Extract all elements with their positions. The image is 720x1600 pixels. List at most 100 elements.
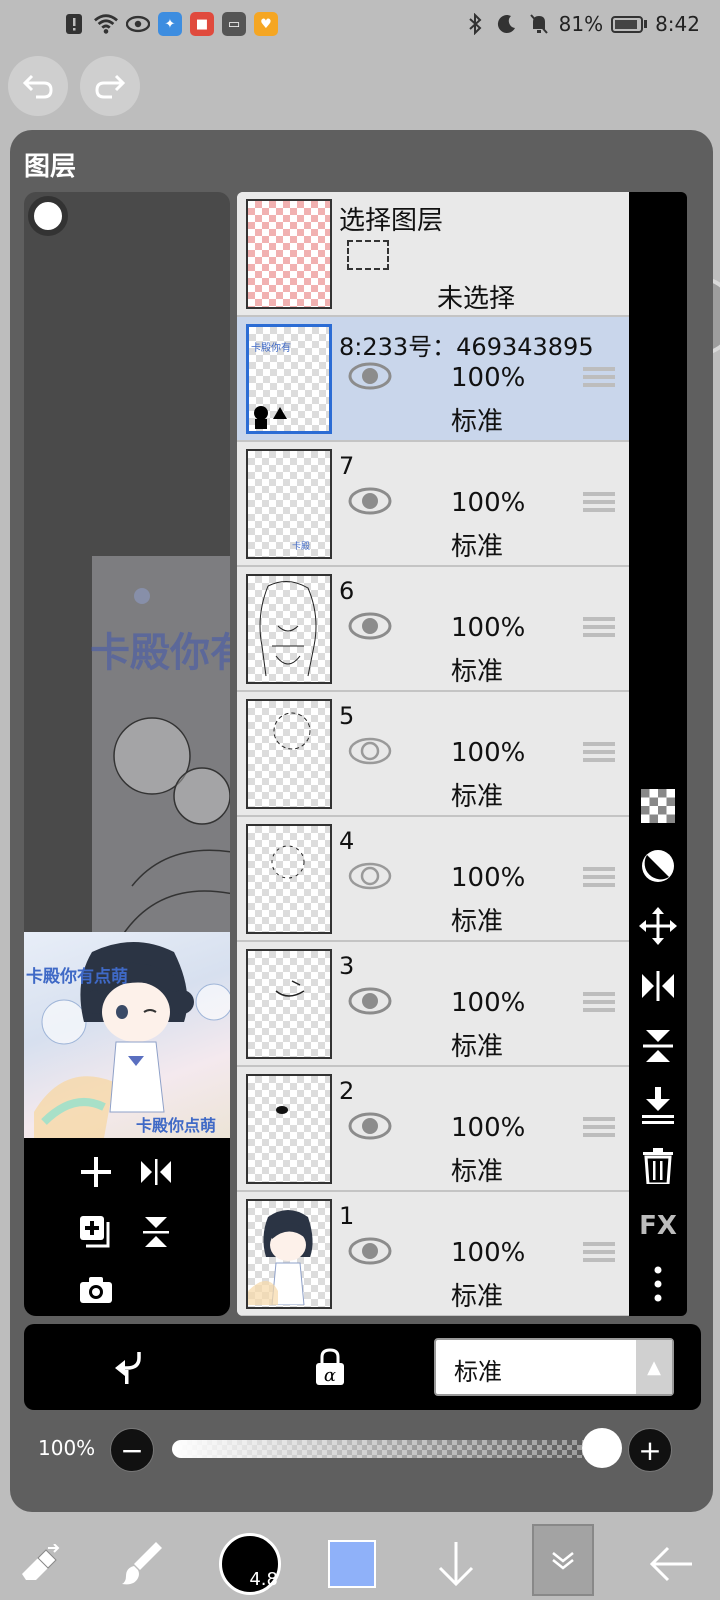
drag-handle-icon[interactable] bbox=[583, 492, 615, 516]
alert-icon bbox=[62, 12, 86, 36]
color-picker-button[interactable] bbox=[326, 1530, 378, 1598]
download-button[interactable] bbox=[430, 1530, 482, 1598]
alpha-lock-button[interactable]: α bbox=[306, 1342, 354, 1392]
moon-icon bbox=[495, 12, 519, 36]
circle-slash-icon bbox=[642, 850, 674, 882]
visibility-toggle[interactable] bbox=[347, 736, 393, 770]
layer-row[interactable]: 2 100% 标准 bbox=[237, 1067, 629, 1192]
status-right: 81% 8:42 bbox=[463, 12, 700, 36]
heart-app-icon: ♥ bbox=[254, 12, 278, 36]
bottom-toolbar: 4.8 bbox=[0, 1524, 720, 1600]
drag-handle-icon[interactable] bbox=[583, 1117, 615, 1141]
layer-blend-mode: 标准 bbox=[451, 1282, 504, 1312]
drag-handle-icon[interactable] bbox=[583, 367, 615, 391]
visibility-toggle[interactable] bbox=[347, 611, 393, 645]
camera-import-button[interactable] bbox=[72, 1266, 120, 1314]
blend-mode-select[interactable]: 标准 ▲ bbox=[434, 1338, 674, 1396]
layer-name: 1 bbox=[339, 1202, 355, 1230]
brush-icon bbox=[122, 1542, 162, 1585]
layer-row[interactable]: 卡殿 7 100% 标准 bbox=[237, 442, 629, 567]
visibility-toggle[interactable] bbox=[347, 486, 393, 520]
layer-actions-toolbar: FX bbox=[629, 192, 687, 1316]
arrow-left-icon bbox=[649, 1546, 692, 1582]
visibility-toggle[interactable] bbox=[347, 861, 393, 895]
move-arrows-icon bbox=[639, 907, 677, 945]
visibility-toggle[interactable] bbox=[347, 361, 393, 395]
merge-down-icon bbox=[642, 1087, 674, 1124]
drag-handle-icon[interactable] bbox=[583, 867, 615, 891]
opacity-control: 100% − + bbox=[24, 1420, 701, 1480]
add-layer-button[interactable] bbox=[72, 1148, 120, 1196]
layer-row[interactable]: 卡殿你有 8:233号：469343895 100% 标准 bbox=[237, 317, 629, 442]
layer-thumbnail bbox=[246, 574, 332, 684]
select-layer-status: 未选择 bbox=[437, 284, 516, 314]
visibility-toggle[interactable] bbox=[347, 986, 393, 1020]
fx-button[interactable]: FX bbox=[638, 1206, 678, 1246]
status-left: ✦ ■ ▭ ♥ bbox=[62, 12, 278, 36]
eye-icon bbox=[348, 987, 392, 1015]
preview-title-text: 卡殿你有点萌 bbox=[26, 967, 128, 987]
drag-handle-icon[interactable] bbox=[583, 1242, 615, 1266]
move-layer-button[interactable] bbox=[638, 906, 678, 946]
flip-horizontal-button[interactable] bbox=[132, 1148, 180, 1196]
blend-mode-bar: α 标准 ▲ bbox=[24, 1324, 701, 1410]
layer-thumbnail bbox=[246, 949, 332, 1059]
canvas-handle[interactable] bbox=[28, 196, 68, 236]
cleaner-app-icon: ✦ bbox=[158, 12, 182, 36]
layer-row[interactable]: 6 100% 标准 bbox=[237, 567, 629, 692]
layer-row[interactable]: 3 100% 标准 bbox=[237, 942, 629, 1067]
more-options-button[interactable] bbox=[638, 1264, 678, 1304]
transparency-button[interactable] bbox=[638, 786, 678, 826]
layer-list[interactable]: 选择图层 未选择 卡殿你有 8:233号：469343895 100% 标准 卡… bbox=[237, 192, 629, 1316]
layer-blend-mode: 标准 bbox=[451, 1157, 504, 1187]
duplicate-layer-button[interactable] bbox=[72, 1208, 120, 1256]
opacity-slider-thumb[interactable] bbox=[582, 1428, 622, 1468]
opacity-decrease-button[interactable]: − bbox=[110, 1428, 154, 1472]
layer-opacity: 100% bbox=[451, 1113, 526, 1143]
layer-flip-vertical-button[interactable] bbox=[638, 1026, 678, 1066]
merge-down-button[interactable] bbox=[638, 1086, 678, 1126]
layer-name: 6 bbox=[339, 577, 355, 605]
brush-tool-button[interactable] bbox=[112, 1530, 172, 1598]
drag-handle-icon[interactable] bbox=[583, 742, 615, 766]
opacity-slider[interactable] bbox=[172, 1440, 602, 1458]
alpha-lock-icon: α bbox=[316, 1348, 344, 1386]
brush-size-value: 4.8 bbox=[249, 1569, 278, 1590]
layer-flip-horizontal-button[interactable] bbox=[638, 966, 678, 1006]
redo-button[interactable] bbox=[80, 56, 140, 116]
inbox-app-icon: ▭ bbox=[222, 12, 246, 36]
layer-row[interactable]: 4 100% 标准 bbox=[237, 817, 629, 942]
layer-blend-mode: 标准 bbox=[451, 1032, 504, 1062]
canvas-area[interactable]: 卡殿你有 卡殿你有点萌 卡殿你点萌 bbox=[24, 192, 230, 1316]
visibility-toggle[interactable] bbox=[347, 1236, 393, 1270]
layer-thumbnail: 卡殿你有 bbox=[246, 324, 332, 434]
layer-opacity: 100% bbox=[451, 863, 526, 893]
select-layer-row[interactable]: 选择图层 未选择 bbox=[237, 192, 629, 317]
selection-layer-thumbnail bbox=[246, 199, 332, 309]
delete-layer-button[interactable] bbox=[638, 1146, 678, 1186]
layer-row[interactable]: 5 100% 标准 bbox=[237, 692, 629, 817]
brush-size-button[interactable]: 4.8 bbox=[218, 1530, 282, 1598]
drag-handle-icon[interactable] bbox=[583, 617, 615, 641]
trash-icon bbox=[643, 1148, 673, 1184]
eye-icon bbox=[348, 1237, 392, 1265]
flip-vertical-button[interactable] bbox=[132, 1208, 180, 1256]
clipping-button[interactable] bbox=[104, 1344, 152, 1392]
flip-vertical-icon bbox=[643, 1030, 673, 1062]
brush-size-indicator: 4.8 bbox=[219, 1533, 281, 1595]
visibility-toggle[interactable] bbox=[347, 1111, 393, 1145]
drag-handle-icon[interactable] bbox=[583, 992, 615, 1016]
opacity-increase-button[interactable]: + bbox=[628, 1428, 672, 1472]
back-button[interactable] bbox=[640, 1530, 700, 1598]
transform-tool-button[interactable] bbox=[12, 1530, 68, 1598]
layers-toggle-box bbox=[532, 1524, 594, 1596]
clear-layer-button[interactable] bbox=[638, 846, 678, 886]
dropdown-arrow-icon: ▲ bbox=[636, 1340, 672, 1394]
undo-button[interactable] bbox=[8, 56, 68, 116]
battery-percent: 81% bbox=[558, 12, 604, 36]
eye-off-icon bbox=[348, 737, 392, 765]
layers-toggle-button[interactable] bbox=[532, 1524, 594, 1596]
selection-marquee-icon bbox=[347, 240, 389, 270]
layer-row[interactable]: 1 100% 标准 bbox=[237, 1192, 629, 1316]
svg-text:卡殿你有: 卡殿你有 bbox=[251, 341, 291, 354]
